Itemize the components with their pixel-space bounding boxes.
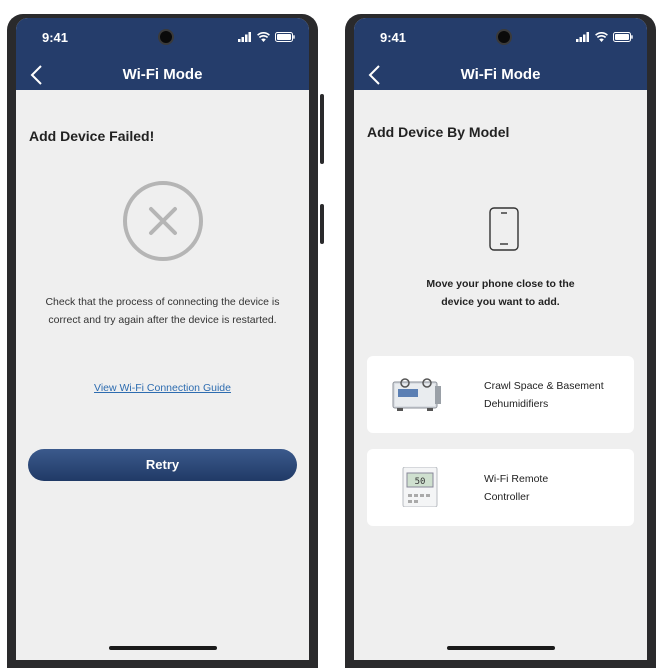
screen-right: 9:41 Wi-Fi Mode Add Device By Model Move… [354,18,647,660]
wifi-icon [257,32,270,42]
device-card-label: Crawl Space & Basement Dehumidifiers [484,356,644,433]
fail-circle-x-icon [123,181,203,261]
error-message-line2: correct and try again after the device i… [48,314,277,326]
wifi-guide-link[interactable]: View Wi-Fi Connection Guide [16,382,309,394]
status-time: 9:41 [380,30,407,45]
proximity-hint-line2: device you want to add. [441,296,560,308]
nav-title: Wi-Fi Mode [122,66,203,83]
device-card-remote-controller[interactable]: 50 Wi-Fi Remote Controller [367,449,634,526]
battery-icon [275,32,295,42]
phone-outline-icon [489,207,519,251]
battery-icon [613,32,633,42]
proximity-hint-line1: Move your phone close to the [426,278,575,290]
page-heading: Add Device Failed! [29,128,155,144]
app-header: 9:41 Wi-Fi Mode [16,18,309,90]
volume-button [320,204,324,244]
system-icons [238,32,295,42]
screen-left: 9:41 Wi-Fi Mode Add Device Failed! Check… [16,18,309,660]
proximity-hint: Move your phone close to the device you … [374,275,627,311]
home-indicator [446,646,555,650]
device-name-line1: Crawl Space & Basement [484,379,604,392]
page-heading: Add Device By Model [367,124,510,140]
status-bar: 9:41 [354,29,647,48]
nav-title: Wi-Fi Mode [460,66,541,83]
signal-icon [238,32,251,42]
thermostat-display-text: 50 [415,477,426,487]
camera-cutout [496,29,512,45]
retry-button[interactable]: Retry [28,449,297,481]
dehumidifier-image [392,378,441,411]
device-name-line1: Wi-Fi Remote [484,472,549,485]
device-card-dehumidifier[interactable]: Crawl Space & Basement Dehumidifiers [367,356,634,433]
app-header: 9:41 Wi-Fi Mode [354,18,647,90]
signal-icon [576,32,589,42]
error-message: Check that the process of connecting the… [36,293,289,329]
home-indicator [108,646,217,650]
error-message-line1: Check that the process of connecting the… [45,296,280,308]
status-time: 9:41 [42,30,69,45]
device-name-line2: Controller [484,490,530,503]
status-bar: 9:41 [16,29,309,48]
device-name-line2: Dehumidifiers [484,397,549,410]
phone-frame-left: 9:41 Wi-Fi Mode Add Device Failed! Check… [7,14,324,668]
thermostat-controller-image: 50 [402,467,438,507]
system-icons [576,32,633,42]
power-button [320,94,324,164]
phone-frame-right: 9:41 Wi-Fi Mode Add Device By Model Move… [345,14,656,668]
device-card-label: Wi-Fi Remote Controller [484,449,644,526]
wifi-icon [595,32,608,42]
camera-cutout [158,29,174,45]
